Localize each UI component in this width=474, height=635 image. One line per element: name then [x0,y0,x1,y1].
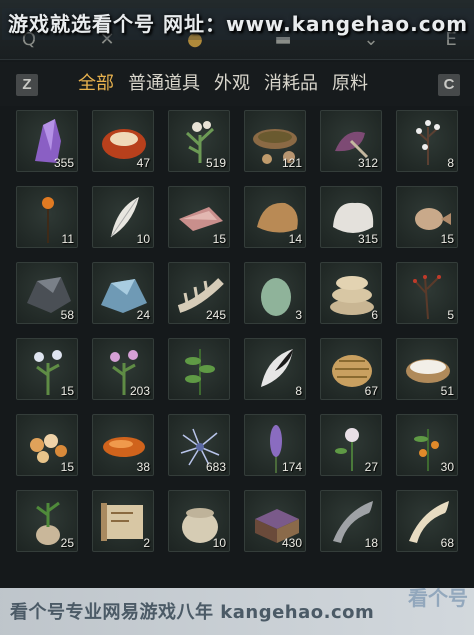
inventory-slot[interactable]: 315 [320,186,382,248]
item-count: 18 [364,536,378,550]
inventory-grid: 355 47 519 121 312 8 11 10 15 14 315 15 58 24 245 3 6 5 15… [16,110,458,552]
tab-1[interactable]: 普通道具 [128,70,200,100]
inventory-slot[interactable]: 519 [168,110,230,172]
item-count: 430 [281,536,302,550]
item-count: 15 [60,384,74,398]
item-count: 67 [364,384,378,398]
inventory-slot[interactable]: 58 [16,262,78,324]
item-count: 47 [136,156,150,170]
inventory-slot[interactable]: 30 [396,414,458,476]
item-count: 245 [205,308,226,322]
category-tab-bar: Z 全部 普通道具 外观 消耗品 原料 C [0,62,474,106]
item-count: 51 [440,384,454,398]
item-count: 519 [205,156,226,170]
tab-4[interactable]: 原料 [332,70,368,100]
item-count: 24 [136,308,150,322]
inventory-slot[interactable]: 15 [168,186,230,248]
inventory-panel: 355 47 519 121 312 8 11 10 15 14 315 15 58 24 245 3 6 5 15… [0,106,474,635]
inventory-slot[interactable]: 2 [92,490,154,552]
tab-3[interactable]: 消耗品 [264,70,318,100]
item-count: 30 [440,460,454,474]
item-count: 15 [440,232,454,246]
inventory-slot[interactable]: 51 [396,338,458,400]
item-count: 10 [212,536,226,550]
inventory-slot[interactable]: 15 [396,186,458,248]
item-count: 3 [295,308,302,322]
item-count: 38 [136,460,150,474]
item-count: 68 [440,536,454,550]
inventory-slot[interactable]: 8 [244,338,306,400]
inventory-slot[interactable]: 25 [16,490,78,552]
green-leaf-plant-icon [185,349,215,395]
inventory-slot[interactable]: 10 [92,186,154,248]
inventory-slot[interactable]: 38 [92,414,154,476]
inventory-slot[interactable]: 245 [168,262,230,324]
item-count: 683 [205,460,226,474]
inventory-slot[interactable]: 11 [16,186,78,248]
inventory-slot[interactable]: 5 [396,262,458,324]
inventory-slot[interactable]: 312 [320,110,382,172]
category-tabs: 全部 普通道具 外观 消耗品 原料 [78,70,368,100]
item-count: 174 [281,460,302,474]
item-count: 5 [447,308,454,322]
inventory-slot[interactable]: 3 [244,262,306,324]
item-count: 2 [143,536,150,550]
inventory-slot[interactable]: 68 [396,490,458,552]
inventory-slot[interactable]: 683 [168,414,230,476]
inventory-slot[interactable]: 10 [168,490,230,552]
item-count: 121 [281,156,302,170]
inventory-slot[interactable]: 47 [92,110,154,172]
inventory-slot[interactable]: 6 [320,262,382,324]
item-count: 355 [53,156,74,170]
item-count: 312 [357,156,378,170]
top-toolbar: Q ✕ ● ▬ ⌄ E 游戏就选看个号 网址：www.kangehao.com [0,0,474,60]
inventory-slot[interactable]: 203 [92,338,154,400]
inventory-slot[interactable]: 15 [16,414,78,476]
item-count: 203 [129,384,150,398]
watermark-bottom-text: 看个号专业网易游戏八年 kangehao.com [10,602,375,623]
item-count: 6 [371,308,378,322]
watermark-bottom-banner: 看个号专业网易游戏八年 kangehao.com [0,588,474,635]
inventory-slot[interactable]: 355 [16,110,78,172]
inventory-slot[interactable] [168,338,230,400]
item-count: 14 [288,232,302,246]
item-count: 315 [357,232,378,246]
item-count: 15 [60,460,74,474]
inventory-slot[interactable]: 24 [92,262,154,324]
tab-2[interactable]: 外观 [214,70,250,100]
item-count: 11 [61,232,74,246]
watermark-top-banner: 游戏就选看个号 网址：www.kangehao.com [2,8,474,40]
inventory-slot[interactable]: 121 [244,110,306,172]
inventory-slot[interactable]: 15 [16,338,78,400]
item-count: 10 [136,232,150,246]
inventory-slot[interactable]: 14 [244,186,306,248]
inventory-slot[interactable]: 8 [396,110,458,172]
tab-0[interactable]: 全部 [78,70,114,100]
prev-tab-key-hint[interactable]: Z [16,74,38,96]
inventory-slot[interactable]: 174 [244,414,306,476]
inventory-slot[interactable]: 430 [244,490,306,552]
item-count: 8 [295,384,302,398]
inventory-slot[interactable]: 67 [320,338,382,400]
item-count: 25 [60,536,74,550]
next-tab-key-hint[interactable]: C [438,74,460,96]
inventory-slot[interactable]: 18 [320,490,382,552]
item-count: 58 [60,308,74,322]
item-count: 8 [447,156,454,170]
item-count: 27 [364,460,378,474]
inventory-slot[interactable]: 27 [320,414,382,476]
item-count: 15 [212,232,226,246]
